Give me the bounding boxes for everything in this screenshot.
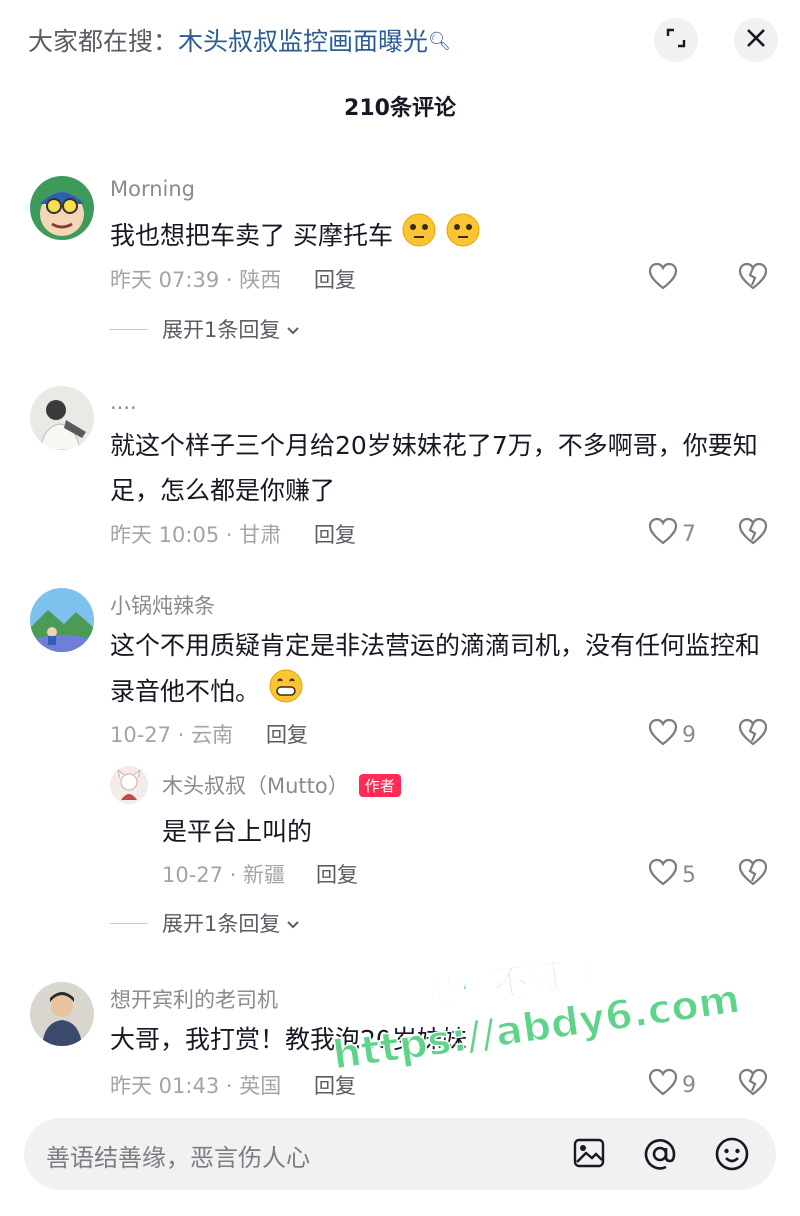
expand-replies[interactable]: 展开1条回复 — [110, 908, 300, 938]
like-button[interactable]: 5 — [648, 858, 696, 892]
dislike-button[interactable] — [738, 718, 768, 750]
broken-heart-icon — [738, 517, 768, 549]
reply-avatar[interactable] — [110, 766, 148, 804]
comment-body: 这个不用质疑肯定是非法营运的滴滴司机，没有任何监控和录音他不怕。 — [110, 631, 761, 706]
comment-body: 我也想把车卖了 买摩托车 — [110, 221, 393, 250]
comment-text: 我也想把车卖了 买摩托车 — [110, 212, 770, 262]
dislike-button[interactable] — [738, 858, 768, 890]
avatar[interactable] — [30, 588, 94, 652]
divider — [110, 328, 148, 330]
emoji-face-icon[interactable] — [714, 1136, 750, 1176]
dislike-button[interactable] — [738, 1068, 768, 1100]
author-badge: 作者 — [358, 773, 401, 797]
expand-replies[interactable]: 展开1条回复 — [110, 314, 300, 344]
image-icon[interactable] — [572, 1136, 606, 1174]
heart-outline-icon — [648, 718, 678, 752]
reply-username[interactable]: 木头叔叔（Mutto） — [162, 770, 349, 800]
heart-outline-icon — [648, 1068, 678, 1102]
divider — [110, 922, 148, 924]
at-mention-icon[interactable] — [642, 1136, 678, 1176]
like-button[interactable]: 9 — [648, 1068, 696, 1102]
dislike-button[interactable] — [738, 262, 768, 294]
reply-text: 是平台上叫的 — [162, 817, 313, 846]
comment-input-placeholder: 善语结善缘，恶言伤人心 — [46, 1144, 310, 1172]
broken-heart-icon — [738, 718, 768, 750]
like-button[interactable]: 7 — [648, 517, 696, 551]
avatar[interactable] — [30, 176, 94, 240]
reply-username-row: 木头叔叔（Mutto） 作者 — [162, 770, 401, 800]
reply-button[interactable]: 回复 — [316, 859, 358, 889]
expand-button[interactable] — [654, 18, 698, 62]
comment-text: 这个不用质疑肯定是非法营运的滴滴司机，没有任何监控和录音他不怕。 — [110, 623, 770, 718]
grinning-face-emoji — [268, 668, 304, 718]
close-icon — [745, 27, 767, 53]
comment-username[interactable]: .... — [110, 390, 137, 414]
comment-meta: 昨天 10:05 · 甘肃 — [110, 523, 282, 547]
heart-outline-icon — [648, 262, 678, 296]
avatar[interactable] — [30, 982, 94, 1046]
thinking-face-emoji — [445, 212, 481, 262]
search-icon: 🔍︎ — [428, 31, 451, 52]
watermark-line1: 黑料不打烊 — [418, 950, 603, 1017]
heart-outline-icon — [648, 517, 678, 551]
top-bar: 大家都在搜：木头叔叔监控画面曝光🔍︎ 210条评论 — [0, 0, 800, 121]
reply-button[interactable]: 回复 — [266, 719, 308, 749]
expand-replies-label: 展开1条回复 — [162, 912, 281, 936]
comment-username[interactable]: 想开宾利的老司机 — [110, 984, 278, 1014]
comment-text: 就这个样子三个月给20岁妹妹花了7万，不多啊哥，你要知足，怎么都是你赚了 — [110, 431, 758, 505]
reply-button[interactable]: 回复 — [314, 1070, 356, 1100]
broken-heart-icon — [738, 262, 768, 294]
comment-meta: 10-27 · 云南 — [110, 723, 234, 747]
comment-meta: 昨天 01:43 · 英国 — [110, 1074, 282, 1098]
broken-heart-icon — [738, 1068, 768, 1100]
thinking-face-emoji — [401, 212, 437, 262]
reply-meta: 10-27 · 新疆 — [162, 863, 286, 887]
search-hint-query[interactable]: 木头叔叔监控画面曝光 — [178, 27, 428, 56]
search-hint-prefix: 大家都在搜： — [28, 27, 179, 56]
chevron-down-icon — [286, 911, 300, 935]
reply-button[interactable]: 回复 — [314, 264, 356, 294]
like-count: 7 — [682, 521, 696, 547]
like-count: 9 — [682, 722, 696, 748]
reply-button[interactable]: 回复 — [314, 519, 356, 549]
comment-text: 大哥，我打赏！教我泡20岁妹妹 — [110, 1025, 467, 1054]
dislike-button[interactable] — [738, 517, 768, 549]
comment-meta: 昨天 07:39 · 陕西 — [110, 268, 282, 292]
like-button[interactable]: 9 — [648, 718, 696, 752]
chevron-down-icon — [286, 317, 300, 341]
trending-search-hint[interactable]: 大家都在搜：木头叔叔监控画面曝光🔍︎ — [28, 24, 451, 60]
close-button[interactable] — [734, 18, 778, 62]
comment-input[interactable]: 善语结善缘，恶言伤人心 — [24, 1118, 776, 1190]
expand-replies-label: 展开1条回复 — [162, 318, 281, 342]
comment-count: 210条评论 — [344, 96, 456, 121]
heart-outline-icon — [648, 858, 678, 892]
like-count: 5 — [682, 862, 696, 888]
comment-username[interactable]: Morning — [110, 177, 195, 201]
expand-screen-icon — [665, 27, 687, 53]
like-button[interactable] — [648, 262, 682, 296]
broken-heart-icon — [738, 858, 768, 890]
comment-username[interactable]: 小锅炖辣条 — [110, 590, 215, 620]
like-count: 9 — [682, 1072, 696, 1098]
avatar[interactable] — [30, 386, 94, 450]
